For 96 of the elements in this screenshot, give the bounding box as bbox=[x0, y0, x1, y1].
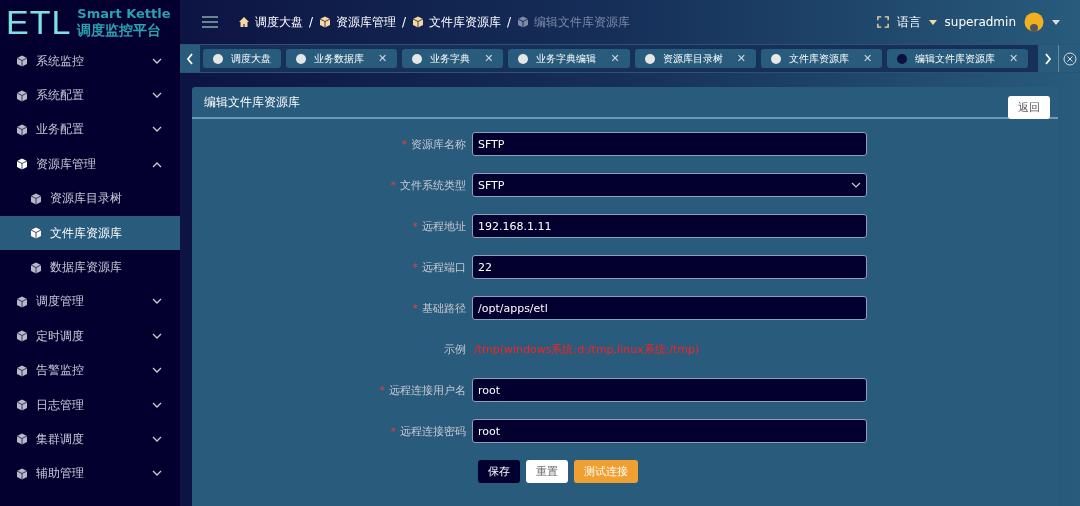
tab[interactable]: 文件库资源库 ✕ bbox=[760, 49, 883, 68]
menu-icon bbox=[202, 16, 218, 28]
sidebar-item[interactable]: 资源库管理 bbox=[0, 147, 180, 182]
chevron-left-icon bbox=[186, 52, 194, 65]
sidebar-item[interactable]: 系统监控 bbox=[0, 44, 180, 79]
chevron-icon bbox=[152, 470, 162, 478]
sidebar-item[interactable]: 系统配置 bbox=[0, 78, 180, 113]
cube-icon bbox=[16, 433, 28, 446]
chevron-icon bbox=[152, 367, 162, 375]
sidebar-item[interactable]: 集群调度 bbox=[0, 422, 180, 457]
close-icon bbox=[1062, 51, 1077, 66]
breadcrumb-separator: / bbox=[402, 15, 407, 29]
breadcrumb-link[interactable]: 文件库资源库 bbox=[412, 13, 502, 31]
field-label: * 远程连接密码 bbox=[389, 423, 467, 439]
scroll-left-button[interactable] bbox=[180, 45, 200, 72]
close-all-button[interactable] bbox=[1058, 45, 1080, 72]
reset-button[interactable]: 重置 bbox=[526, 460, 568, 483]
field-label: * 基础路径 bbox=[411, 300, 467, 316]
field-label: 示例 bbox=[443, 341, 467, 357]
select-field[interactable]: SFTP bbox=[472, 173, 867, 197]
sidebar-item[interactable]: 辅助管理 bbox=[0, 456, 180, 492]
cube-icon bbox=[517, 16, 530, 28]
field-label: * 远程端口 bbox=[411, 259, 467, 275]
input-field[interactable]: 192.168.1.11 bbox=[472, 214, 867, 238]
cube-icon bbox=[16, 467, 28, 480]
tab[interactable]: 业务字典 ✕ bbox=[402, 49, 504, 68]
cube-icon bbox=[16, 330, 28, 343]
cube-icon bbox=[412, 16, 425, 28]
back-button[interactable]: 返回 bbox=[1008, 95, 1050, 119]
chevron-right-icon bbox=[1044, 52, 1052, 65]
chevron-icon bbox=[152, 332, 162, 340]
breadcrumb-separator: / bbox=[309, 15, 314, 29]
chevron-icon bbox=[152, 57, 162, 65]
save-button[interactable]: 保存 bbox=[478, 460, 520, 483]
field-label: * 文件系统类型 bbox=[389, 177, 467, 193]
user-name[interactable]: superadmin bbox=[944, 15, 1016, 29]
chevron-icon bbox=[152, 401, 162, 409]
language-dropdown[interactable]: 语言 bbox=[896, 13, 937, 31]
close-icon[interactable]: ✕ bbox=[736, 52, 746, 65]
close-icon[interactable]: ✕ bbox=[610, 52, 620, 65]
sidebar-item[interactable]: 业务配置 bbox=[0, 112, 180, 148]
input-field[interactable]: root bbox=[472, 419, 867, 443]
tab[interactable]: 调度大盘 bbox=[203, 49, 281, 68]
avatar-icon bbox=[1024, 12, 1044, 32]
caret-icon bbox=[928, 19, 937, 25]
app-name: Smart Kettle bbox=[77, 5, 171, 22]
cube-icon bbox=[30, 261, 42, 274]
tab[interactable]: 编辑文件库资源库 ✕ bbox=[887, 49, 1029, 68]
field-label: * 远程地址 bbox=[411, 218, 467, 234]
breadcrumb-link[interactable]: 调度大盘 bbox=[238, 13, 303, 31]
chevron-icon bbox=[152, 126, 162, 134]
input-field[interactable]: root bbox=[472, 378, 867, 402]
home-icon bbox=[238, 16, 250, 28]
sidebar-item[interactable]: 数据库资源库 bbox=[0, 250, 180, 285]
close-icon[interactable]: ✕ bbox=[378, 52, 388, 65]
cube-icon bbox=[30, 192, 42, 205]
sidebar-item[interactable]: 告警监控 bbox=[0, 353, 180, 388]
cube-icon bbox=[16, 158, 28, 171]
example-text: /tmp(windows系统:d:/tmp,linux系统:/tmp) bbox=[473, 341, 700, 357]
breadcrumb-separator: / bbox=[507, 15, 512, 29]
chevron-icon bbox=[152, 160, 162, 168]
chevron-icon bbox=[152, 92, 162, 100]
cube-icon bbox=[319, 16, 332, 28]
breadcrumb-link[interactable]: 资源库管理 bbox=[319, 13, 397, 31]
logo: ETL bbox=[6, 5, 72, 39]
app-subtitle: 调度监控平台 bbox=[77, 22, 163, 39]
sidebar-item[interactable]: 文件库资源库 bbox=[0, 215, 180, 251]
close-icon[interactable]: ✕ bbox=[862, 52, 873, 65]
close-icon[interactable]: ✕ bbox=[484, 52, 494, 65]
chevron-icon bbox=[851, 181, 861, 189]
cube-icon bbox=[16, 55, 28, 68]
sidebar-item[interactable]: 资源库目录树 bbox=[0, 181, 180, 216]
tab[interactable]: 业务字典编辑 ✕ bbox=[508, 49, 630, 68]
cube-icon bbox=[30, 227, 42, 240]
cube-icon bbox=[16, 399, 28, 412]
chevron-icon bbox=[152, 436, 162, 443]
input-field[interactable]: /opt/apps/etl bbox=[472, 296, 867, 320]
cube-icon bbox=[16, 364, 28, 377]
cube-icon bbox=[16, 89, 28, 102]
sidebar-item[interactable]: 调度管理 bbox=[0, 284, 180, 320]
cube-icon bbox=[16, 295, 28, 308]
input-field[interactable]: 22 bbox=[472, 255, 867, 279]
panel-title: 编辑文件库资源库 bbox=[204, 93, 300, 111]
tab[interactable]: 业务数据库 ✕ bbox=[286, 49, 398, 68]
cube-icon bbox=[16, 123, 28, 136]
input-field[interactable]: SFTP bbox=[472, 132, 867, 156]
field-label: * 资源库名称 bbox=[400, 136, 467, 152]
sidebar-item[interactable]: 定时调度 bbox=[0, 319, 180, 354]
field-label: * 远程连接用户名 bbox=[378, 382, 467, 398]
sidebar-item[interactable]: 日志管理 bbox=[0, 387, 180, 423]
chevron-icon bbox=[152, 298, 162, 306]
scroll-right-button[interactable] bbox=[1038, 45, 1058, 72]
close-icon[interactable]: ✕ bbox=[1009, 52, 1019, 65]
caret-icon bbox=[1052, 19, 1060, 25]
fullscreen-icon bbox=[876, 16, 889, 28]
tab[interactable]: 资源库目录树 ✕ bbox=[634, 49, 756, 68]
